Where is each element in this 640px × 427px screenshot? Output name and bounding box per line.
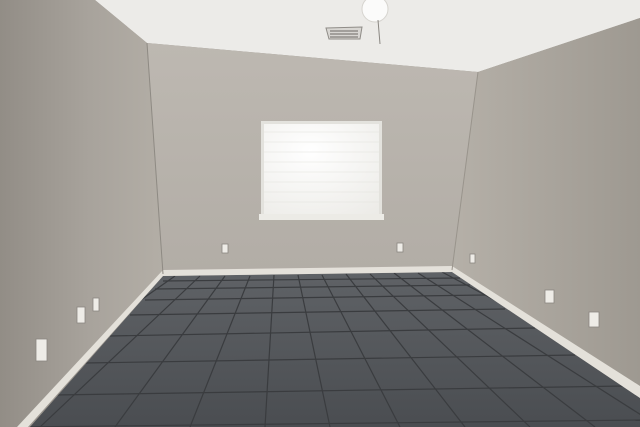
room-photo — [0, 0, 640, 427]
window — [259, 121, 384, 220]
window-sill — [259, 214, 384, 220]
window-blinds — [264, 124, 379, 214]
ceiling-vent — [325, 26, 363, 40]
room-illustration — [0, 0, 640, 427]
